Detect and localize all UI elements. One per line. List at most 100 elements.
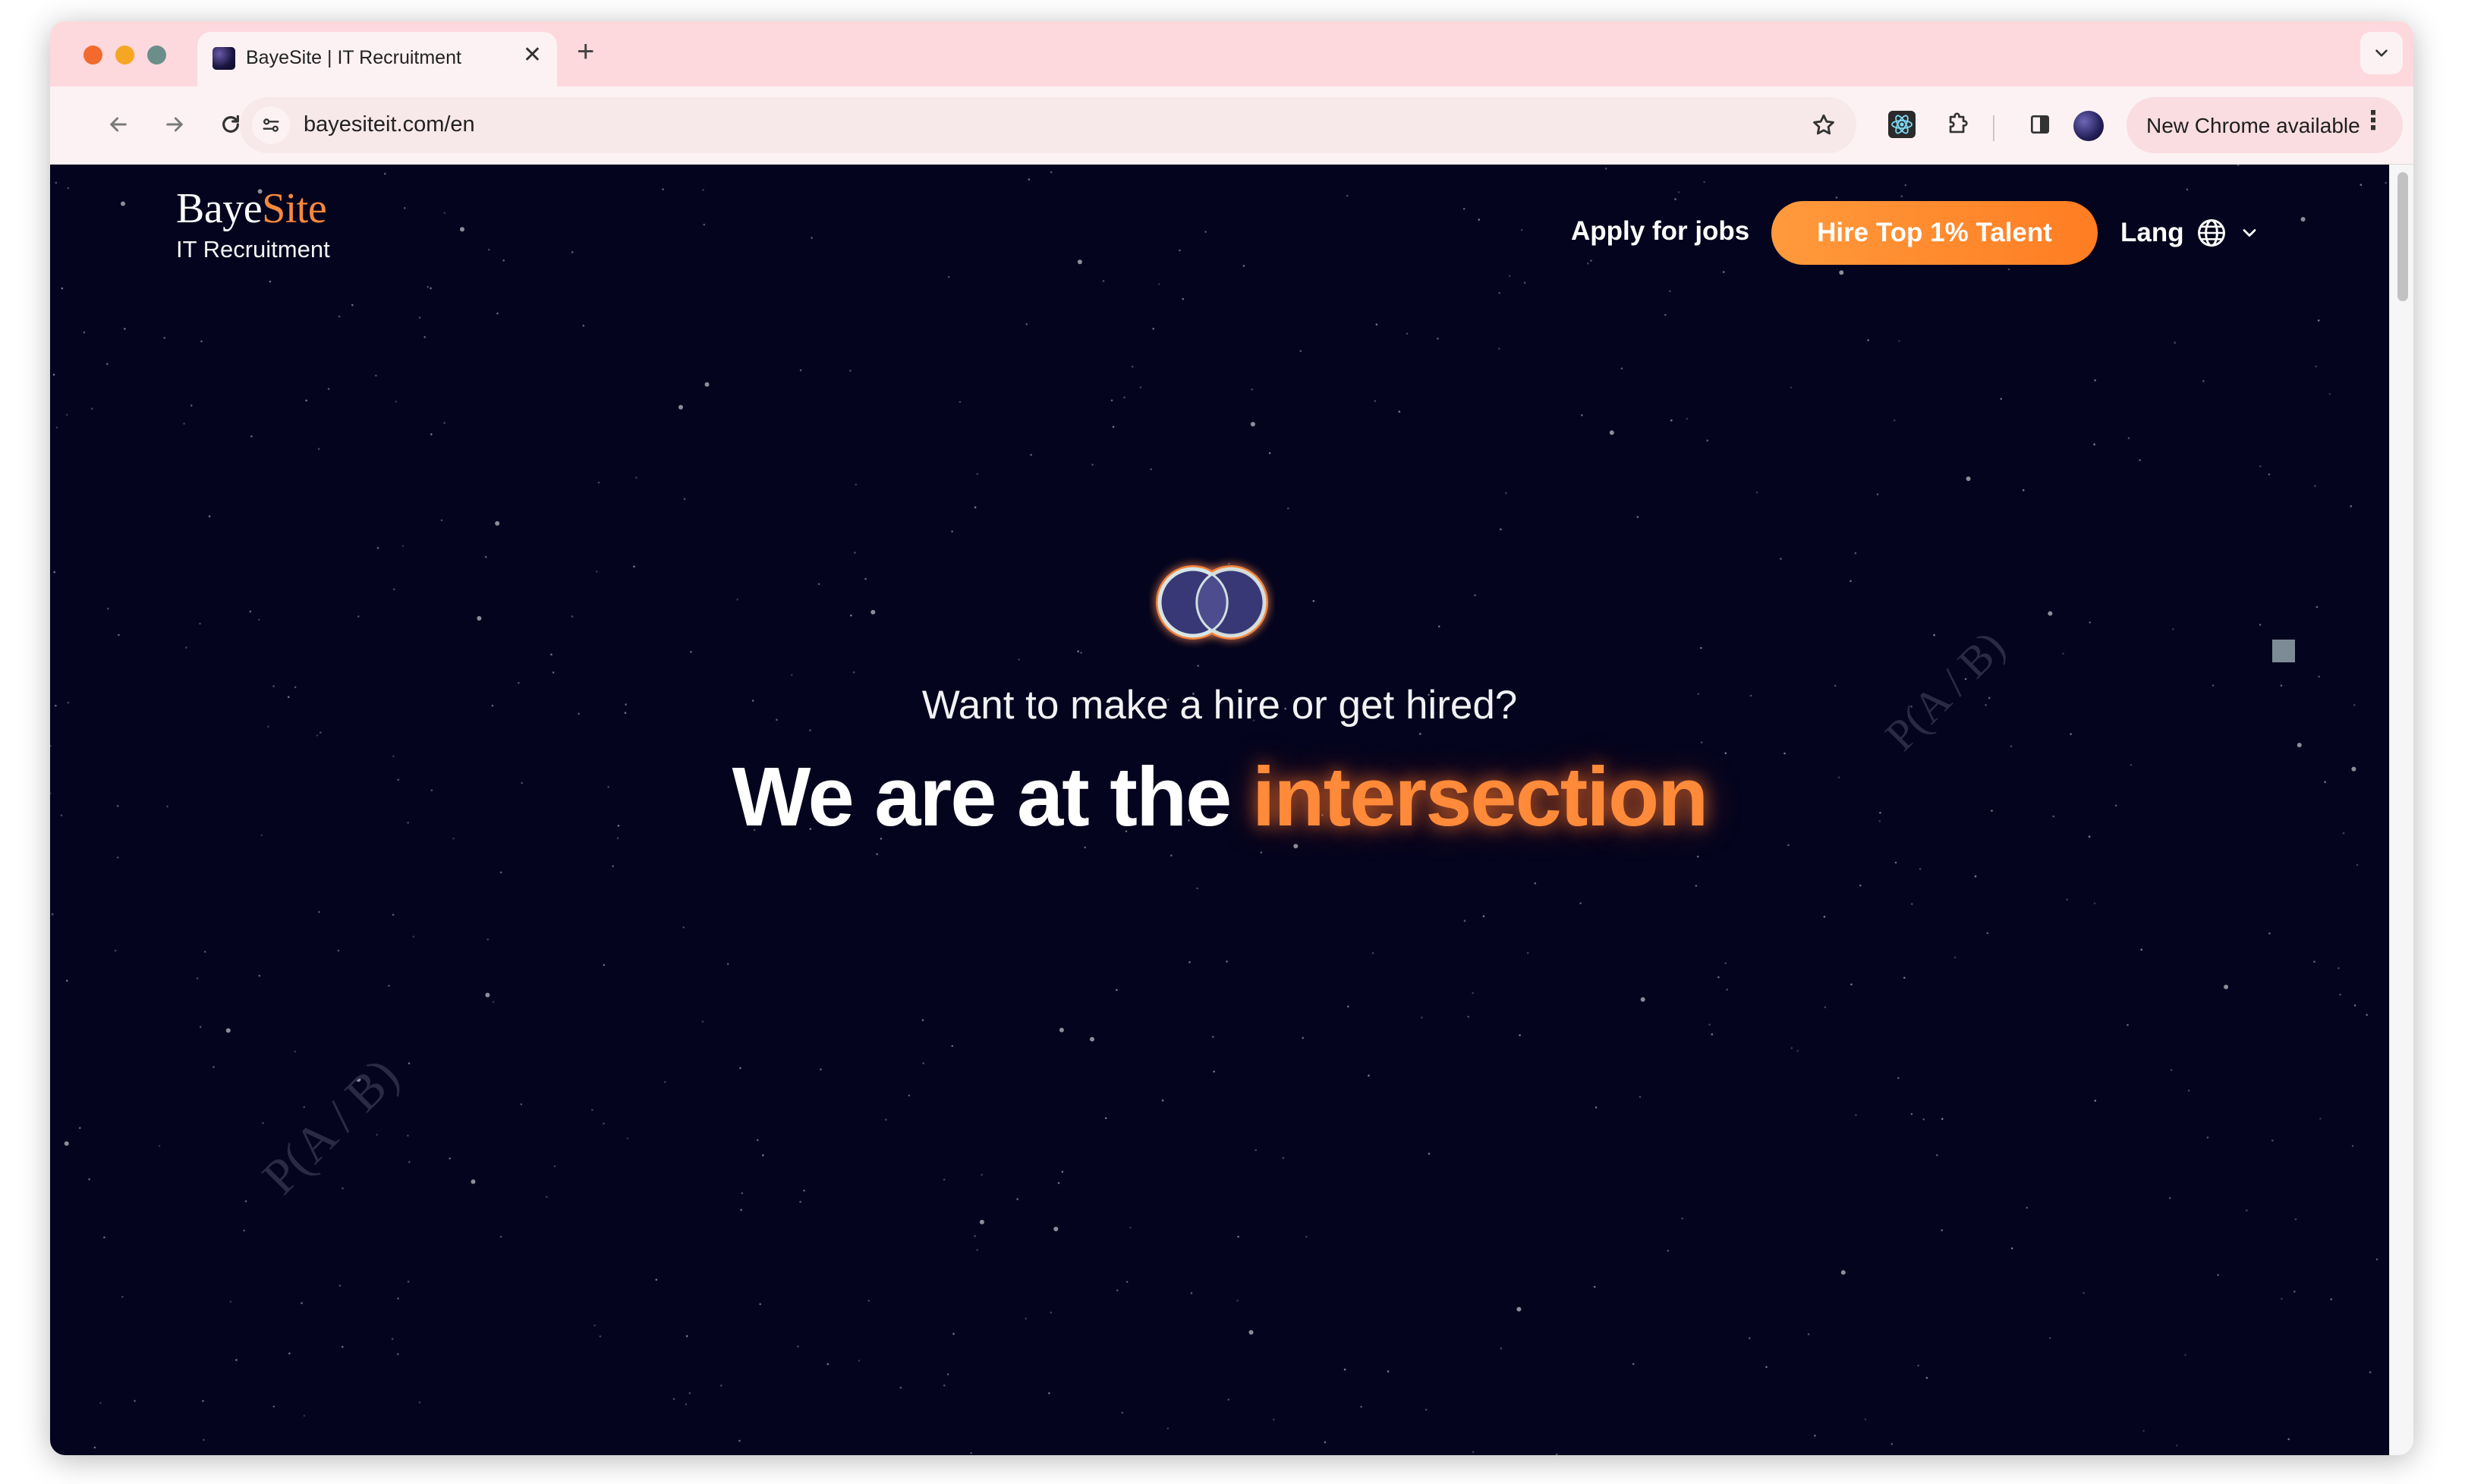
- star-dot: [809, 729, 811, 731]
- star-dot: [1213, 1071, 1215, 1073]
- star-dot: [799, 369, 802, 372]
- star-dot: [50, 745, 52, 747]
- star-dot: [662, 188, 664, 190]
- star-dot: [703, 223, 706, 226]
- site-logo[interactable]: BayeSite IT Recruitment: [176, 187, 330, 263]
- star-dot: [1534, 882, 1537, 885]
- star-dot: [1077, 650, 1079, 652]
- page-scrollbar[interactable]: [2389, 165, 2413, 1455]
- star-dot: [408, 1161, 411, 1163]
- star-dot: [2010, 1247, 2013, 1250]
- star-dot: [1508, 275, 1511, 278]
- star-dot: [951, 530, 953, 533]
- star-dot: [391, 1338, 394, 1341]
- star-dot: [817, 583, 820, 586]
- site-info-button[interactable]: [252, 106, 290, 144]
- star-dot: [1722, 271, 1725, 273]
- hire-talent-button[interactable]: Hire Top 1% Talent: [1771, 201, 2098, 265]
- back-button[interactable]: [100, 106, 137, 143]
- star-dot: [99, 1401, 102, 1404]
- address-bar[interactable]: bayesiteit.com/en: [240, 97, 1856, 153]
- star-dot: [1251, 388, 1253, 391]
- tab-active[interactable]: BayeSite | IT Recruitment ✕: [197, 32, 557, 86]
- react-devtools-extension-button[interactable]: [1884, 106, 1920, 143]
- star-dot: [685, 1403, 688, 1406]
- apply-for-jobs-link[interactable]: Apply for jobs: [1571, 216, 1749, 247]
- extensions-button[interactable]: [1940, 106, 1976, 143]
- star-dot: [979, 1219, 984, 1225]
- star-dot: [759, 1303, 761, 1306]
- star-dot: [664, 1080, 666, 1083]
- new-tab-button[interactable]: +: [577, 36, 594, 67]
- profile-avatar[interactable]: [2073, 111, 2104, 141]
- close-tab-icon[interactable]: ✕: [523, 44, 542, 67]
- star-dot: [2356, 863, 2359, 866]
- star-dot: [1212, 1036, 1214, 1038]
- star-dot: [1859, 884, 1862, 887]
- star-dot: [1387, 1370, 1390, 1372]
- tab-search-button[interactable]: [2360, 32, 2403, 74]
- chrome-update-button[interactable]: New Chrome available ⋮: [2127, 97, 2403, 153]
- star-dot: [1703, 181, 1705, 184]
- url-text[interactable]: bayesiteit.com/en: [304, 112, 475, 137]
- star-dot: [2350, 505, 2352, 508]
- star-dot: [1498, 291, 1500, 294]
- side-panel-button[interactable]: [2022, 106, 2058, 143]
- star-dot: [2094, 1099, 2097, 1102]
- star-dot: [947, 275, 950, 278]
- scrollbar-thumb[interactable]: [2397, 172, 2408, 301]
- star-dot: [2353, 1004, 2356, 1007]
- star-dot: [103, 1236, 105, 1239]
- chevron-down-icon: [2375, 49, 2388, 57]
- star-dot: [388, 985, 390, 987]
- star-dot: [1904, 184, 1906, 187]
- forward-button[interactable]: [156, 106, 193, 143]
- star-dot: [599, 1335, 602, 1338]
- star-dot: [1282, 1156, 1285, 1159]
- star-dot: [258, 618, 260, 621]
- star-dot: [1898, 340, 1900, 342]
- star-dot: [1116, 989, 1118, 992]
- maximize-window-button[interactable]: [147, 46, 166, 64]
- language-selector[interactable]: Lang: [2120, 210, 2260, 256]
- star-dot: [1237, 1235, 1239, 1238]
- star-dot: [1463, 920, 1466, 922]
- tune-icon: [263, 118, 279, 132]
- more-menu-icon[interactable]: ⋮: [2360, 108, 2386, 134]
- star-dot: [407, 1281, 410, 1283]
- star-dot: [499, 1235, 502, 1238]
- star-dot: [107, 608, 109, 610]
- star-dot: [1590, 259, 1592, 262]
- bookmark-star-button[interactable]: [1806, 108, 1841, 143]
- star-dot: [1016, 1198, 1018, 1200]
- star-dot: [2271, 1139, 2274, 1142]
- star-dot: [1505, 492, 1507, 495]
- star-dot: [1850, 580, 1852, 583]
- star-dot: [303, 1414, 306, 1417]
- floating-square-decoration: [2272, 640, 2295, 662]
- tab-title: BayeSite | IT Recruitment: [246, 47, 461, 68]
- star-dot: [1910, 1113, 1913, 1115]
- star-dot: [974, 506, 977, 508]
- star-dot: [678, 404, 683, 410]
- star-dot: [2184, 1354, 2186, 1357]
- puzzle-icon: [1949, 112, 1968, 134]
- star-dot: [1102, 280, 1105, 282]
- star-dot: [959, 401, 962, 404]
- star-dot: [1110, 399, 1113, 402]
- star-dot: [612, 865, 614, 867]
- star-dot: [1974, 875, 1977, 878]
- star-dot: [427, 285, 429, 288]
- minimize-window-button[interactable]: [115, 46, 134, 64]
- close-window-button[interactable]: [83, 46, 102, 64]
- star-dot: [249, 610, 252, 613]
- star-dot: [726, 963, 729, 965]
- star-dot: [811, 237, 813, 239]
- star-dot: [430, 287, 432, 290]
- star-dot: [200, 1026, 202, 1028]
- star-dot: [1472, 992, 1474, 995]
- star-dot: [922, 1062, 924, 1064]
- star-dot: [229, 1300, 232, 1303]
- star-dot: [1840, 1270, 1846, 1275]
- star-dot: [342, 1187, 344, 1190]
